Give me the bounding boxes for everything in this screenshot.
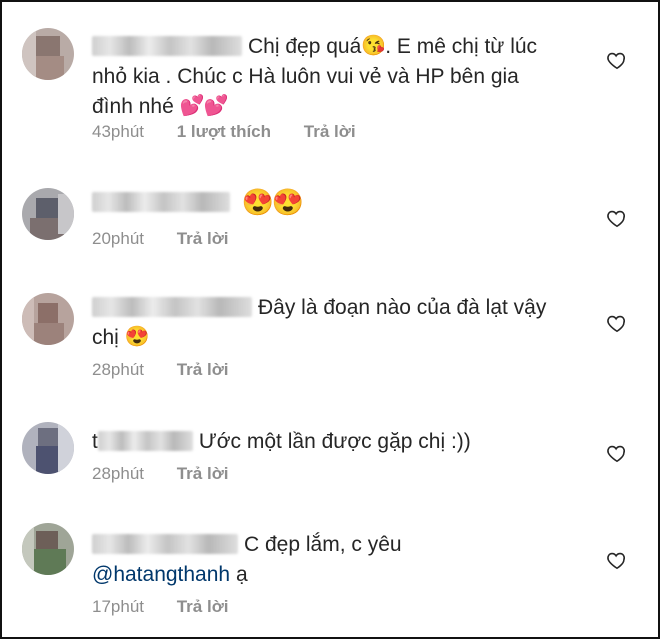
heart-eyes-emoji: 😍 [271, 187, 305, 218]
two-hearts-emoji: 💕 [203, 95, 229, 118]
kissing-face-emoji: 😘 [361, 35, 387, 58]
reply-link[interactable]: Trả lời [177, 597, 229, 616]
heart-eyes-emoji: 😍 [124, 326, 150, 349]
heart-eyes-emoji: 😍 [241, 187, 275, 218]
username-initial[interactable]: t [92, 430, 98, 453]
comment-time: 20phút [92, 229, 144, 248]
comments-panel: Chị đẹp quá😘. E mê chị từ lúc nhỏ kia . … [0, 0, 660, 639]
two-hearts-emoji: 💕 [179, 95, 205, 118]
comment-time: 28phút [92, 360, 144, 379]
like-heart-icon[interactable] [606, 549, 628, 571]
comment-text: Chị đẹp quá [248, 34, 362, 58]
like-heart-icon[interactable] [606, 442, 628, 464]
comment-text: C đẹp lắm, c yêu [244, 532, 402, 556]
avatar[interactable] [22, 523, 74, 575]
like-heart-icon[interactable] [606, 49, 628, 71]
avatar[interactable] [22, 188, 74, 240]
reply-link[interactable]: Trả lời [177, 360, 229, 379]
comment-time: 43phút [92, 122, 144, 141]
reply-link[interactable]: Trả lời [177, 229, 229, 248]
comment-text-continued: ạ [235, 562, 248, 586]
username-blurred[interactable] [92, 297, 252, 318]
avatar[interactable] [22, 422, 74, 474]
reply-link[interactable]: Trả lời [177, 464, 229, 483]
avatar[interactable] [22, 28, 74, 80]
user-mention-link[interactable]: @hatangthanh [92, 563, 230, 586]
like-heart-icon[interactable] [606, 207, 628, 229]
avatar[interactable] [22, 293, 74, 345]
username-blurred[interactable] [92, 192, 230, 213]
username-blurred[interactable] [97, 431, 193, 452]
comment-text: Ước một lần được gặp chị :)) [198, 429, 471, 453]
like-heart-icon[interactable] [606, 312, 628, 334]
username-blurred[interactable] [92, 534, 238, 555]
comment-time: 28phút [92, 464, 144, 483]
reply-link[interactable]: Trả lời [304, 122, 356, 141]
comment-time: 17phút [92, 597, 144, 616]
likes-count-link[interactable]: 1 lượt thích [177, 122, 271, 141]
username-blurred[interactable] [92, 36, 242, 57]
